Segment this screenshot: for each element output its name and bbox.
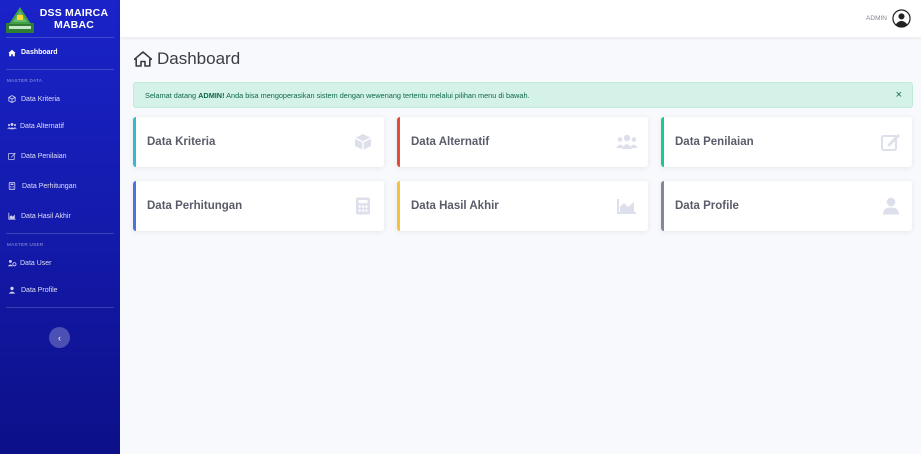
sidebar: DSS MAIRCA MABAC Dashboard MASTER DATA D… xyxy=(0,0,120,454)
card-label: Data Profile xyxy=(675,200,739,212)
sidebar-divider xyxy=(6,69,114,70)
users-icon xyxy=(616,134,638,149)
topbar: ADMIN xyxy=(120,0,921,37)
chart-area-icon xyxy=(617,199,636,214)
sidebar-item-label: Data Profile xyxy=(21,286,58,294)
sidebar-item-label: Data Alternatif xyxy=(20,122,64,130)
user-avatar-icon xyxy=(892,9,911,28)
sidebar-item-label: Data Perhitungan xyxy=(22,182,77,190)
user-menu[interactable]: ADMIN xyxy=(866,9,911,28)
user-icon xyxy=(8,286,16,294)
chevron-left-icon: ‹ xyxy=(58,332,61,343)
card-label: Data Perhitungan xyxy=(147,200,243,212)
home-icon xyxy=(134,51,152,67)
card-data-kriteria[interactable]: Data Kriteria xyxy=(133,117,384,167)
alert-close-button[interactable]: × xyxy=(896,89,902,101)
card-label: Data Kriteria xyxy=(147,136,216,148)
alert-username: ADMIN! xyxy=(198,90,225,100)
alert-message: Anda bisa mengoperasikan sistem dengan w… xyxy=(224,90,530,100)
calculator-icon xyxy=(356,197,370,215)
sidebar-item-label: Data Hasil Akhir xyxy=(21,212,71,220)
sidebar-item-label: Data User xyxy=(20,259,52,267)
sidebar-item-data-hasil-akhir[interactable]: Data Hasil Akhir xyxy=(0,201,120,231)
main-content: Dashboard Selamat datang ADMIN! Anda bis… xyxy=(120,37,921,454)
sidebar-item-data-alternatif[interactable]: Data Alternatif xyxy=(0,111,120,141)
cube-icon xyxy=(354,134,372,150)
users-icon xyxy=(7,122,17,130)
sidebar-item-label: Dashboard xyxy=(21,49,58,56)
sidebar-toggle-button[interactable]: ‹ xyxy=(49,327,70,348)
card-label: Data Penilaian xyxy=(675,136,754,148)
card-label: Data Hasil Akhir xyxy=(411,200,499,212)
section-heading-master-data: MASTER DATA xyxy=(7,78,43,83)
sidebar-item-data-kriteria[interactable]: Data Kriteria xyxy=(0,87,120,111)
edit-icon xyxy=(881,134,900,151)
brand-name: DSS MAIRCA MABAC xyxy=(34,7,114,31)
card-data-penilaian[interactable]: Data Penilaian xyxy=(661,117,912,167)
sidebar-item-label: Data Kriteria xyxy=(21,95,60,103)
users-cog-icon xyxy=(7,259,17,267)
calculator-icon xyxy=(8,182,16,190)
brand-line-2: MABAC xyxy=(53,18,95,31)
sidebar-item-label: Data Penilaian xyxy=(21,152,67,160)
page-title-text: Dashboard xyxy=(157,49,241,68)
sidebar-item-data-profile[interactable]: Data Profile xyxy=(0,275,120,305)
brand-line-1: DSS MAIRCA xyxy=(39,6,109,19)
sidebar-item-data-perhitungan[interactable]: Data Perhitungan xyxy=(0,171,120,201)
welcome-alert: Selamat datang ADMIN! Anda bisa mengoper… xyxy=(133,82,913,108)
sidebar-item-data-penilaian[interactable]: Data Penilaian xyxy=(0,141,120,171)
card-data-perhitungan[interactable]: Data Perhitungan xyxy=(133,181,384,231)
cube-icon xyxy=(8,95,16,103)
sidebar-item-data-user[interactable]: Data User xyxy=(0,251,120,275)
sidebar-item-dashboard[interactable]: Dashboard xyxy=(0,38,120,67)
edit-icon xyxy=(8,152,16,160)
page-title: Dashboard xyxy=(134,49,240,69)
card-data-hasil-akhir[interactable]: Data Hasil Akhir xyxy=(397,181,648,231)
chart-area-icon xyxy=(8,212,16,220)
brand-logo-icon xyxy=(6,6,34,33)
section-heading-master-user: MASTER USER xyxy=(7,242,44,247)
user-icon xyxy=(883,197,899,215)
card-data-alternatif[interactable]: Data Alternatif xyxy=(397,117,648,167)
sidebar-divider xyxy=(6,233,114,234)
alert-prefix: Selamat datang xyxy=(145,90,199,100)
sidebar-divider xyxy=(6,307,114,308)
card-data-profile[interactable]: Data Profile xyxy=(661,181,912,231)
user-name: ADMIN xyxy=(866,15,887,22)
brand[interactable]: DSS MAIRCA MABAC xyxy=(0,0,120,37)
home-icon xyxy=(8,49,16,56)
card-label: Data Alternatif xyxy=(411,136,490,148)
